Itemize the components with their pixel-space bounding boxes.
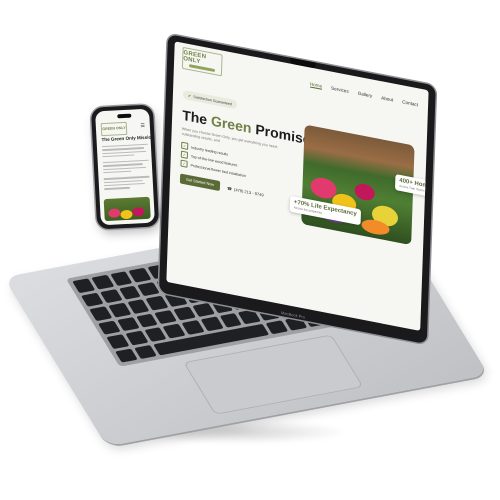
flower-cluster-magenta — [132, 207, 145, 217]
text-line — [102, 150, 147, 155]
text-line — [103, 170, 131, 174]
flower-cluster-magenta — [354, 182, 375, 202]
nav-services[interactable]: Services — [331, 86, 349, 95]
hamburger-menu-icon[interactable]: ☰ — [140, 123, 145, 129]
text-line — [102, 154, 135, 158]
smartphone: GREEN ONLY ☰ The Green Only Mission — [90, 104, 160, 230]
keyboard-key[interactable] — [192, 302, 215, 317]
laptop-lid: GREEN ONLY Home Services Gallery About C… — [158, 34, 436, 345]
keyboard-key[interactable] — [91, 274, 114, 290]
keyboard-key[interactable] — [118, 285, 142, 300]
nav-contact[interactable]: Contact — [402, 99, 418, 108]
flower-cluster-pink — [108, 208, 121, 218]
keyboard-key[interactable] — [72, 278, 95, 293]
phone-title: The Green Only Mission — [101, 134, 155, 143]
keyboard-key[interactable] — [114, 348, 138, 363]
nav-about[interactable]: About — [381, 95, 393, 103]
keyboard-key[interactable] — [133, 344, 157, 360]
device-mockup-scene: GREEN ONLY Home Services Gallery About C… — [0, 0, 500, 500]
keyboard-key[interactable] — [108, 302, 131, 318]
keyboard-key[interactable] — [135, 313, 159, 328]
flower-cluster-yellow — [120, 209, 133, 220]
text-line — [104, 187, 130, 190]
keyboard-key[interactable] — [137, 281, 160, 297]
keyboard-key[interactable] — [145, 295, 169, 311]
keyboard-key[interactable] — [173, 306, 196, 321]
hero-section: ✔ Satisfaction Guaranteed The Green Prom… — [179, 83, 311, 205]
keyboard-key[interactable] — [125, 330, 148, 346]
phone-link[interactable]: ☎ (478) 213 - 9749 — [227, 185, 264, 197]
phone-number: (478) 213 - 9749 — [233, 186, 264, 198]
phone-flower-photo — [103, 196, 151, 222]
hero-title-prefix: The — [181, 106, 212, 129]
badge-label: Satisfaction Guaranteed — [193, 94, 232, 106]
check-icon: ✓ — [180, 150, 189, 159]
check-icon: ✓ — [181, 141, 189, 151]
keyboard-key[interactable] — [128, 267, 152, 283]
dynamic-island — [117, 113, 132, 119]
phone-icon: ☎ — [226, 185, 233, 192]
keyboard-key[interactable] — [265, 319, 289, 335]
text-line — [103, 176, 150, 180]
keyboard-key[interactable] — [200, 316, 224, 331]
keyboard-key[interactable] — [106, 334, 129, 349]
keyboard-key[interactable] — [162, 323, 186, 338]
keyboard-key[interactable] — [80, 292, 104, 307]
text-line — [103, 166, 147, 171]
laptop-screen: GREEN ONLY Home Services Gallery About C… — [166, 41, 429, 331]
keyboard-key[interactable] — [109, 271, 133, 286]
keyboard-key[interactable] — [143, 327, 167, 342]
main-nav: Home Services Gallery About Contact — [309, 81, 418, 108]
nav-gallery[interactable]: Gallery — [358, 91, 373, 100]
phone-body-text — [101, 143, 150, 192]
keyboard-key[interactable] — [97, 320, 121, 335]
satisfaction-badge: ✔ Satisfaction Guaranteed — [182, 89, 238, 110]
keyboard-key[interactable] — [126, 299, 150, 314]
keyboard-key[interactable] — [89, 306, 112, 321]
phone-site-logo[interactable]: GREEN ONLY — [100, 121, 128, 137]
keyboard-key[interactable] — [99, 288, 123, 304]
text-line — [103, 182, 146, 187]
keyboard-key[interactable] — [154, 309, 177, 325]
nav-home[interactable]: Home — [309, 81, 323, 90]
phone-screen: GREEN ONLY ☰ The Green Only Mission — [95, 108, 155, 226]
keyboard-key[interactable] — [219, 312, 243, 328]
keyboard-key[interactable] — [116, 316, 140, 332]
keyboard-key[interactable] — [181, 320, 205, 335]
check-icon: ✓ — [180, 159, 188, 168]
get-started-button[interactable]: Get Started Now — [179, 173, 221, 192]
check-circle-icon: ✔ — [187, 92, 192, 99]
site-logo[interactable]: GREEN ONLY — [181, 46, 223, 77]
